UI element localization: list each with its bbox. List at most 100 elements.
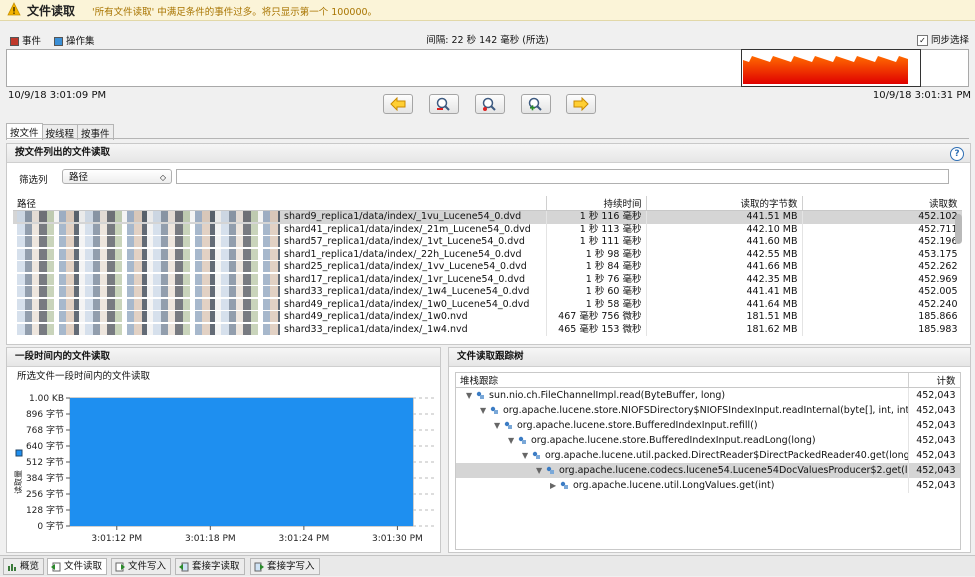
table-row[interactable]: shard9_replica1/data/index/_1vu_Lucene54… <box>13 210 962 224</box>
tab-label: 文件读取 <box>64 561 103 572</box>
timeline-end-time: 10/9/18 3:01:31 PM <box>872 90 971 101</box>
panel-title: 文件读取跟踪树 <box>449 348 970 367</box>
duration-cell: 1 秒 113 毫秒 <box>546 223 647 236</box>
tab-overview[interactable]: 概览 <box>3 558 45 575</box>
stack-frame-cell: ▼ org.apache.lucene.util.packed.DirectRea… <box>456 448 909 463</box>
expand-down-icon[interactable]: ▼ <box>536 466 546 475</box>
zoom-selection-button[interactable] <box>521 94 551 114</box>
filter-input[interactable] <box>176 169 949 184</box>
path-cell: shard57_replica1/data/index/_1vt_Lucene5… <box>13 236 547 249</box>
panel-title: 一段时间内的文件读取 <box>7 348 440 367</box>
method-icon <box>490 406 498 414</box>
tree-row[interactable]: ▼ org.apache.lucene.codecs.lucene54.Lucen… <box>456 463 960 478</box>
sync-selection-label: 同步选择 <box>930 35 969 46</box>
stack-frame-cell: ▶ org.apache.lucene.util.LongValues.get(i… <box>456 478 909 493</box>
expand-down-icon[interactable]: ▼ <box>522 451 532 460</box>
zoom-in-button[interactable] <box>429 94 459 114</box>
method-text: org.apache.lucene.store.BufferedIndexInp… <box>517 420 758 431</box>
method-text: sun.nio.ch.FileChannelImpl.read(ByteBuff… <box>489 390 726 401</box>
expand-down-icon[interactable]: ▼ <box>508 436 518 445</box>
count-cell: 452,043 <box>908 387 960 403</box>
tree-row[interactable]: ▶ org.apache.lucene.util.LongValues.get(i… <box>456 478 960 493</box>
count-cell: 452.240 <box>802 298 962 311</box>
tab-socket-read[interactable]: 套接字读取 <box>175 558 245 575</box>
y-tick-label: 128 字节 <box>26 504 64 516</box>
redacted-path-prefix <box>17 286 280 297</box>
method-icon <box>546 466 554 474</box>
table-row[interactable]: shard41_replica1/data/index/_21m_Lucene5… <box>13 223 962 236</box>
duration-cell: 1 秒 98 毫秒 <box>546 248 647 261</box>
path-cell: shard41_replica1/data/index/_21m_Lucene5… <box>13 223 547 236</box>
tab-file-read[interactable]: 文件读取 <box>47 558 108 575</box>
zoom-out-button[interactable] <box>475 94 505 114</box>
table-row[interactable]: shard33_replica1/data/index/_1w4.nvd 465 … <box>13 323 962 336</box>
column-header-count[interactable]: 读取数 <box>802 196 962 211</box>
table-scrollbar[interactable] <box>955 214 962 244</box>
tree-row[interactable]: ▼ sun.nio.ch.FileChannelImpl.read(ByteBuf… <box>456 387 960 403</box>
zoom-in-icon <box>436 97 450 111</box>
forward-button[interactable] <box>566 94 596 114</box>
y-tick-label: 0 字节 <box>37 520 64 532</box>
count-cell: 452,043 <box>908 403 960 418</box>
table-row[interactable]: shard17_replica1/data/index/_1vr_Lucene5… <box>13 273 962 286</box>
column-header-count[interactable]: 计数 <box>908 373 960 388</box>
count-cell: 452.196 <box>802 236 962 249</box>
redacted-path-prefix <box>17 298 280 310</box>
expand-down-icon[interactable]: ▼ <box>480 406 490 415</box>
arrow-right-icon <box>573 97 589 111</box>
table-row[interactable]: shard33_replica1/data/index/_1w4_Lucene5… <box>13 286 962 299</box>
column-header-duration[interactable]: 持续时间 <box>546 196 647 211</box>
count-cell: 185.866 <box>802 311 962 324</box>
table-row[interactable]: shard25_replica1/data/index/_1vv_Lucene5… <box>13 261 962 274</box>
interval-label: 间隔: 22 秒 142 毫秒 (所选) <box>426 35 549 46</box>
expand-down-icon[interactable]: ▼ <box>466 391 476 400</box>
column-header-path[interactable]: 路径 <box>13 196 547 211</box>
path-text: shard33_replica1/data/index/_1w4.nvd <box>284 323 468 335</box>
count-cell: 452,043 <box>908 478 960 493</box>
tab-socket-write[interactable]: 套接字写入 <box>250 558 320 575</box>
bytes-cell: 441.51 MB <box>646 210 803 224</box>
table-row[interactable]: shard57_replica1/data/index/_1vt_Lucene5… <box>13 236 962 249</box>
file-read-icon <box>51 562 61 572</box>
reads-chart[interactable]: 0 字节 128 字节 256 字节 384 字节 512 字节 640 字节 768 字节… <box>7 382 440 550</box>
stack-frame-cell: ▼ org.apache.lucene.codecs.lucene54.Lucen… <box>456 463 909 478</box>
file-reads-over-time-panel: 一段时间内的文件读取 所选文件一段时间内的文件读取 0 字节 128 字节 256 … <box>6 347 441 553</box>
method-icon <box>560 481 568 489</box>
back-button[interactable] <box>383 94 413 114</box>
path-cell: shard33_replica1/data/index/_1w4.nvd <box>13 323 547 336</box>
y-tick-label: 384 字节 <box>26 472 64 484</box>
help-icon[interactable]: ? <box>950 147 964 161</box>
tree-row[interactable]: ▼ org.apache.lucene.store.BufferedIndexIn… <box>456 418 960 433</box>
sync-selection-checkbox[interactable]: ✓ 同步选择 <box>916 32 969 46</box>
tab-label: 文件写入 <box>128 561 167 572</box>
redacted-path-prefix <box>17 323 280 335</box>
tree-row[interactable]: ▼ org.apache.lucene.util.packed.DirectRea… <box>456 448 960 463</box>
path-cell: shard9_replica1/data/index/_1vu_Lucene54… <box>13 210 547 224</box>
path-text: shard25_replica1/data/index/_1vv_Lucene5… <box>284 261 527 272</box>
expand-down-icon[interactable]: ▼ <box>494 421 504 430</box>
tab-file-write[interactable]: 文件写入 <box>111 558 172 575</box>
title-bar: 文件读取 '所有文件读取' 中满足条件的事件过多。将只显示第一个 100000。 <box>0 0 975 21</box>
stack-trace-tree: 堆栈跟踪 计数 ▼ sun.nio.ch.FileChannelImpl.read… <box>455 372 961 550</box>
tree-row[interactable]: ▼ org.apache.lucene.store.NIOFSDirectory$… <box>456 403 960 418</box>
duration-cell: 1 秒 58 毫秒 <box>546 298 647 311</box>
path-text: shard9_replica1/data/index/_1vu_Lucene54… <box>284 211 522 222</box>
column-header-stack-trace[interactable]: 堆栈跟踪 <box>456 373 909 388</box>
warning-message: '所有文件读取' 中满足条件的事件过多。将只显示第一个 100000。 <box>92 7 378 18</box>
series-area <box>70 398 413 526</box>
column-header-bytes[interactable]: 读取的字节数 <box>646 196 803 211</box>
count-cell: 452.005 <box>802 286 962 299</box>
redacted-path-prefix <box>17 236 280 247</box>
checkbox-icon[interactable]: ✓ <box>916 35 928 46</box>
timeline-selection[interactable] <box>741 49 921 87</box>
duration-cell: 1 秒 60 毫秒 <box>546 286 647 299</box>
tree-row[interactable]: ▼ org.apache.lucene.store.BufferedIndexIn… <box>456 433 960 448</box>
y-tick-label: 512 字节 <box>26 456 64 468</box>
filter-column-select[interactable]: 路径 ◇ <box>62 169 172 184</box>
y-axis-label: 读取量 <box>13 470 23 494</box>
table-row[interactable]: shard49_replica1/data/index/_1w0.nvd 467 … <box>13 311 962 324</box>
duration-cell: 1 秒 116 毫秒 <box>546 210 647 224</box>
table-row[interactable]: shard49_replica1/data/index/_1w0_Lucene5… <box>13 298 962 311</box>
expand-right-icon[interactable]: ▶ <box>550 481 560 490</box>
table-row[interactable]: shard1_replica1/data/index/_22h_Lucene54… <box>13 248 962 261</box>
